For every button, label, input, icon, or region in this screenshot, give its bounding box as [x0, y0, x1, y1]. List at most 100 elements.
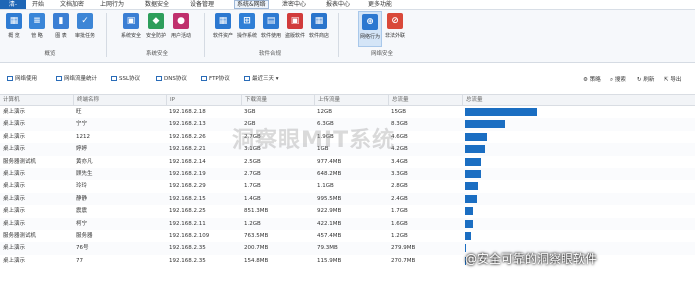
menu-report-center[interactable]: 报表中心	[326, 0, 350, 9]
cell-terminal: 玲玲	[76, 183, 88, 190]
column-header-total[interactable]: 总流量	[388, 95, 464, 105]
chevron-down-icon: ▾	[275, 76, 279, 82]
ribbon-button-label: 安全防护	[145, 33, 166, 39]
total-traffic-bar	[465, 170, 481, 178]
table-row[interactable]: 桌上演示 玲玲 192.168.2.29 1.7GB 1.1GB 2.8GB	[0, 180, 695, 192]
search-button[interactable]: ⌕ 搜索	[610, 75, 626, 84]
cell-download: 3GB	[244, 109, 256, 115]
tab-ftp-protocol[interactable]: FTP协议	[197, 73, 234, 86]
cell-total: 15GB	[391, 109, 407, 115]
menu-doc-encryption[interactable]: 文档加密	[60, 0, 84, 9]
column-header-terminal[interactable]: 终端名称	[73, 95, 167, 105]
ribbon-button-label: 网络行为	[359, 34, 380, 40]
menu-more-functions[interactable]: 更多功能	[368, 0, 392, 9]
menu-app-button[interactable]: 清-	[0, 0, 26, 9]
policy-icon: ⚙	[583, 77, 588, 83]
sliders-icon: ≡	[29, 13, 45, 29]
cell-terminal: 婷婷	[76, 146, 88, 153]
table-row[interactable]: 服务器测试机 服务器 192.168.2.109 763.5MB 457.4MB 1.2G…	[0, 230, 695, 242]
cell-upload: 1.1GB	[317, 183, 334, 190]
software-usage-button[interactable]: ▤ 软件使用	[260, 11, 282, 45]
cell-computer: 桌上演示	[3, 257, 26, 264]
total-traffic-bar	[465, 157, 482, 166]
refresh-icon: ↻	[637, 77, 642, 83]
column-header-upload[interactable]: 上传流量	[314, 95, 390, 105]
store-icon: ▦	[311, 13, 327, 29]
cell-computer: 桌上演示	[3, 133, 26, 140]
cell-upload: 977.4MB	[317, 158, 342, 165]
apps-icon: ▦	[215, 13, 231, 29]
table-row[interactable]: 桌上演示 震震 192.168.2.25 851.3MB 922.9MB 1.7GB	[0, 205, 695, 217]
policy-button-ribbon[interactable]: ≡ 管 略	[26, 11, 48, 45]
menu-device-management[interactable]: 设备管理	[190, 0, 214, 9]
menu-start[interactable]: 开始	[32, 0, 44, 9]
cell-terminal: 77	[76, 257, 83, 264]
software-usage-icon: ▤	[263, 13, 279, 29]
column-header-download[interactable]: 下载流量	[241, 95, 317, 105]
total-traffic-bar	[465, 219, 473, 228]
os-button[interactable]: ⊞ 操作系统	[236, 11, 258, 45]
pirated-software-button[interactable]: ▣ 盗版软件	[284, 11, 306, 45]
cell-total: 2.8GB	[391, 183, 408, 190]
illegal-outbound-button[interactable]: ⊘ 非法外联	[384, 11, 406, 45]
column-header-ip[interactable]: IP	[166, 95, 242, 105]
column-header-computer[interactable]: 计算机	[0, 95, 73, 105]
cell-total: 1.6GB	[391, 220, 408, 227]
total-traffic-bar	[465, 108, 537, 116]
table-row[interactable]: 服务器测试机 黄亦凡 192.168.2.14 2.5GB 977.4MB 3.4GB	[0, 156, 695, 168]
software-store-button[interactable]: ▦ 软件商店	[308, 11, 330, 45]
cell-upload: 648.2MB	[317, 171, 342, 177]
ribbon-button-label: 非法外联	[384, 33, 405, 39]
tab-dns-protocol[interactable]: DNS协议	[152, 73, 191, 86]
cell-upload: 457.4MB	[317, 233, 342, 239]
cell-total: 279.9MB	[391, 245, 416, 252]
ribbon-separator	[106, 13, 107, 57]
cell-download: 2.7GB	[244, 171, 261, 177]
chart-button[interactable]: ▮ 图 表	[50, 11, 72, 45]
cell-ip: 192.168.2.18	[169, 109, 206, 115]
group-overview-title: 概览	[44, 51, 56, 57]
user-activity-button[interactable]: ● 用户活动	[170, 11, 192, 45]
cell-download: 2.5GB	[244, 158, 261, 165]
table-row[interactable]: 桌上演示 顾先生 192.168.2.19 2.7GB 648.2MB 3.3GB	[0, 168, 695, 181]
export-icon: ⇱	[664, 77, 669, 83]
ribbon-button-label: 软件使用	[260, 33, 281, 39]
policy-button[interactable]: ⚙ 策略	[583, 75, 601, 83]
chart-icon: ▮	[53, 13, 69, 29]
menu-data-security[interactable]: 数据安全	[145, 0, 169, 9]
overview-button[interactable]: ▦ 概 览	[3, 11, 25, 45]
table-row[interactable]: 桌上演示 静静 192.168.2.15 1.4GB 995.5MB 2.4GB	[0, 192, 695, 206]
export-button[interactable]: ⇱ 导出	[664, 75, 681, 83]
approval-tasks-button[interactable]: ✓ 审批任务	[74, 11, 96, 45]
cell-upload: 922.9MB	[317, 208, 342, 215]
cell-terminal: 服务器	[76, 233, 93, 239]
column-header-total-bar[interactable]: 总流量	[462, 95, 695, 105]
windows-icon: ⊞	[239, 13, 255, 29]
refresh-button[interactable]: ↻ 刷新	[637, 75, 654, 83]
toolbar: 网络使用 网络流量统计 SSL协议 DNS协议 FTP协议 最近三天 ▾ ⚙ 策…	[0, 69, 695, 87]
network-behavior-button[interactable]: ⊕ 网络行为	[358, 11, 382, 47]
outbound-block-icon: ⊘	[387, 13, 403, 29]
menu-leak-center[interactable]: 泄密中心	[282, 0, 306, 9]
total-traffic-bar	[465, 232, 471, 240]
tab-network-usage[interactable]: 网络使用	[3, 73, 41, 86]
date-filter-dropdown[interactable]: 最近三天 ▾	[240, 73, 283, 86]
tab-network-traffic-stats[interactable]: 网络流量统计	[52, 73, 101, 86]
menu-system-network[interactable]: 系统&网络	[234, 0, 269, 9]
ribbon-separator	[204, 13, 205, 57]
globe-icon: ⊕	[362, 14, 378, 30]
ribbon-separator	[338, 13, 339, 57]
menu-web-behavior[interactable]: 上网行为	[100, 0, 124, 9]
security-protection-button[interactable]: ◆ 安全防护	[145, 11, 167, 45]
table-row[interactable]: 桌上演示 柯宁 192.168.2.11 1.2GB 422.1MB 1.6GB	[0, 217, 695, 230]
menu-bar: 清- 开始 文档加密 上网行为 数据安全 设备管理 系统&网络 泄密中心 报表中心 更多功能	[0, 0, 695, 10]
tab-ssl-protocol[interactable]: SSL协议	[107, 73, 144, 86]
cell-computer: 桌上演示	[3, 195, 26, 202]
cell-computer: 桌上演示	[3, 109, 26, 115]
system-security-button[interactable]: ▣ 系统安全	[120, 11, 142, 45]
ribbon-button-label: 盗版软件	[284, 33, 305, 39]
cell-upload: 115.9MB	[317, 257, 342, 264]
table-row[interactable]: 桌上演示 旺 192.168.2.18 3GB 12GB 15GB	[0, 106, 695, 118]
cell-ip: 192.168.2.21	[169, 146, 206, 153]
software-assets-button[interactable]: ▦ 软件资产	[212, 11, 234, 45]
